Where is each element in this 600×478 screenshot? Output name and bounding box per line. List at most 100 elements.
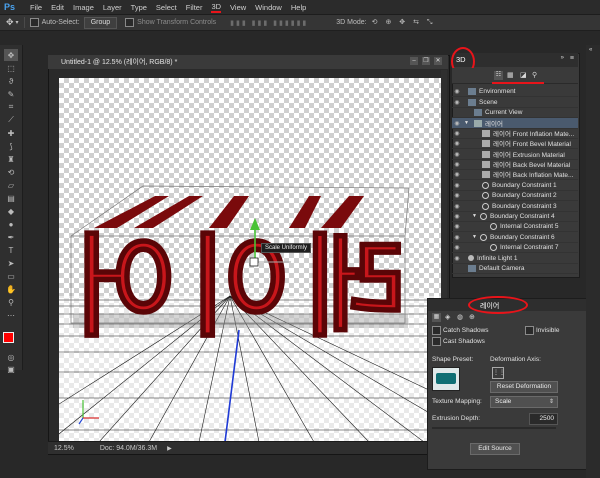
scene-row-material[interactable]: ◉ 레이어 Back Inflation Mate... (452, 169, 578, 180)
status-arrow-icon[interactable]: ▶ (167, 445, 172, 452)
menu-view[interactable]: View (230, 3, 246, 12)
menu-select[interactable]: Select (156, 3, 177, 12)
scene-row-environment[interactable]: ◉ Environment (452, 86, 578, 97)
eye-icon[interactable]: ◉ (452, 140, 462, 147)
zoom-level[interactable]: 12.5% (54, 445, 74, 452)
catch-shadows-checkbox[interactable] (432, 326, 441, 335)
mesh-tab-icon[interactable]: ▦ (432, 313, 441, 322)
healing-tool-icon[interactable]: ✚ (4, 127, 18, 139)
eye-icon[interactable]: ◉ (452, 151, 462, 158)
menu-filter[interactable]: Filter (186, 3, 203, 12)
tool-preset-chevron-icon[interactable]: ▾ (16, 19, 19, 26)
crop-tool-icon[interactable]: ⌗ (4, 101, 18, 113)
3d-text-object[interactable]: 레이어 (72, 224, 408, 351)
3d-scene[interactable]: 레이어 (59, 78, 441, 442)
menu-edit[interactable]: Edit (51, 3, 64, 12)
quick-mask-icon[interactable]: ◎ (4, 351, 18, 363)
close-icon[interactable]: ✕ (434, 57, 442, 65)
menu-layer[interactable]: Layer (103, 3, 122, 12)
auto-select-checkbox[interactable] (29, 18, 39, 27)
eye-icon[interactable]: ◉ (452, 182, 462, 189)
material-filter-icon[interactable]: ◪ (520, 71, 527, 79)
gradient-tool-icon[interactable]: ▤ (4, 192, 18, 204)
deform-tab-icon[interactable]: ◈ (445, 313, 450, 321)
move-tool-icon[interactable]: ✥ (4, 49, 18, 61)
dock-collapse-icon[interactable]: « (589, 47, 592, 53)
eyedropper-tool-icon[interactable]: ⟋ (4, 114, 18, 126)
texture-mapping-dropdown[interactable]: Scale ⇕ (490, 396, 558, 408)
show-transform-checkbox[interactable] (125, 18, 135, 27)
canvas[interactable]: 레이어 Scale Uniformly (59, 78, 441, 442)
eye-icon[interactable]: ◉ (452, 244, 462, 251)
mesh-filter-icon[interactable]: ▦ (507, 71, 514, 79)
clone-stamp-tool-icon[interactable]: ♜ (4, 153, 18, 165)
expand-arrow-icon[interactable]: ▼ (472, 234, 480, 240)
brush-tool-icon[interactable]: ⟆ (4, 140, 18, 152)
deformation-axis-grid-icon[interactable]: ⋮⋮ (492, 367, 505, 379)
eye-icon[interactable]: ◉ (452, 130, 462, 137)
group-dropdown[interactable]: Group (83, 16, 118, 29)
eye-icon[interactable]: ◉ (452, 120, 462, 127)
eye-icon[interactable]: ◉ (452, 234, 462, 241)
menu-file[interactable]: File (30, 3, 42, 12)
blur-tool-icon[interactable]: ◆ (4, 205, 18, 217)
eye-icon[interactable]: ◉ (452, 213, 462, 220)
quick-select-tool-icon[interactable]: ✎ (4, 88, 18, 100)
cap-tab-icon[interactable]: ◍ (457, 313, 463, 321)
restore-icon[interactable]: ❐ (422, 57, 430, 65)
menu-3d[interactable]: 3D (211, 2, 222, 13)
cast-shadows-checkbox[interactable] (432, 337, 441, 346)
foreground-color-swatch[interactable] (3, 332, 14, 343)
3d-mode-icons[interactable]: ⟲ ⊕ ✥ ⇆ ⤡ (372, 18, 436, 27)
whole-scene-filter-icon[interactable]: ☷ (494, 71, 503, 80)
extrusion-depth-slider-track[interactable] (432, 427, 556, 429)
document-tab[interactable]: Untitled-1 @ 12.5% (레이어, RGB/8) * – ❐ ✕ (48, 55, 448, 69)
panel-menu-icon[interactable]: ≡ (570, 55, 574, 62)
history-brush-tool-icon[interactable]: ⟲ (4, 166, 18, 178)
pen-tool-icon[interactable]: ✒ (4, 231, 18, 243)
menu-image[interactable]: Image (73, 3, 94, 12)
zoom-tool-icon[interactable]: ⚲ (4, 296, 18, 308)
scene-row-constraint[interactable]: ◉ Internal Constraint 7 (452, 242, 578, 253)
scene-row-material[interactable]: ◉ 레이어 Front Bevel Material (452, 138, 578, 149)
scene-row-camera[interactable]: Default Camera (452, 263, 578, 274)
eye-icon[interactable]: ◉ (452, 192, 462, 199)
screen-mode-icon[interactable]: ▣ (4, 363, 18, 375)
scene-row-constraint[interactable]: ◉ Internal Constraint 5 (452, 221, 578, 232)
menu-window[interactable]: Window (255, 3, 282, 12)
extrusion-depth-field[interactable]: 2500 (529, 413, 558, 425)
eye-icon[interactable]: ◉ (452, 255, 462, 262)
eye-icon[interactable]: ◉ (452, 203, 462, 210)
invisible-checkbox[interactable] (525, 326, 534, 335)
eye-icon[interactable]: ◉ (452, 171, 462, 178)
scene-row-current-view[interactable]: Current View (452, 107, 578, 118)
path-select-tool-icon[interactable]: ➤ (4, 257, 18, 269)
eraser-tool-icon[interactable]: ▱ (4, 179, 18, 191)
shape-preset-thumbnail[interactable] (432, 367, 460, 391)
reset-deformation-button[interactable]: Reset Deformation (490, 381, 558, 393)
menu-type[interactable]: Type (131, 3, 147, 12)
doc-info[interactable]: Doc: 94.0M/36.3M (100, 445, 157, 452)
edit-source-button[interactable]: Edit Source (470, 443, 520, 455)
minimize-icon[interactable]: – (410, 57, 418, 65)
eye-icon[interactable]: ◉ (452, 99, 462, 106)
marquee-tool-icon[interactable]: ⬚ (4, 62, 18, 74)
align-icons[interactable]: ▮▮▮ ▮▮▮ ▮▮▮▮▮▮ (230, 19, 308, 27)
more-tools-icon[interactable]: ⋯ (4, 309, 18, 321)
scene-row-constraint[interactable]: ◉ Boundary Constraint 2 (452, 190, 578, 201)
hand-tool-icon[interactable]: ✋ (4, 283, 18, 295)
coordinates-tab-icon[interactable]: ⊕ (469, 313, 475, 321)
move-tool-icon[interactable]: ✥ (6, 17, 14, 28)
dodge-tool-icon[interactable]: ● (4, 218, 18, 230)
expand-arrow-icon[interactable]: ▼ (472, 213, 480, 219)
light-filter-icon[interactable]: ⚲ (532, 71, 537, 79)
shape-tool-icon[interactable]: ▭ (4, 270, 18, 282)
eye-icon[interactable]: ◉ (452, 88, 462, 95)
menu-help[interactable]: Help (291, 3, 306, 12)
lasso-tool-icon[interactable]: ϑ (4, 75, 18, 87)
eye-icon[interactable]: ◉ (452, 223, 462, 230)
expand-arrow-icon[interactable]: ▼ (464, 120, 472, 126)
type-tool-icon[interactable]: T (4, 244, 18, 256)
panel-collapse-icon[interactable]: » (561, 55, 564, 61)
eye-icon[interactable]: ◉ (452, 161, 462, 168)
